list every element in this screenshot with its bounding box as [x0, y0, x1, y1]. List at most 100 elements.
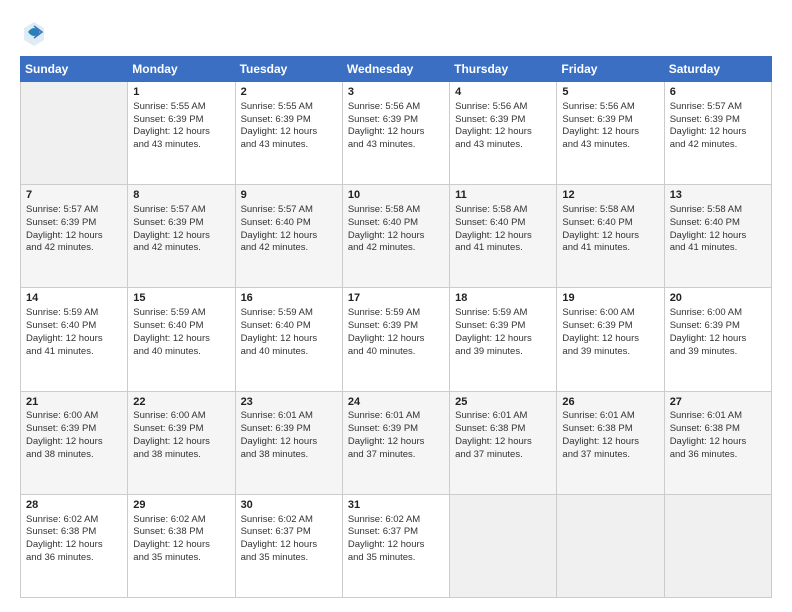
- daylight-text-cont: and 41 minutes.: [455, 242, 523, 253]
- daylight-text-cont: and 35 minutes.: [348, 552, 416, 563]
- sunrise-text: Sunrise: 6:00 AM: [133, 410, 205, 421]
- day-number: 25: [455, 395, 551, 410]
- daylight-text: Daylight: 12 hours: [348, 333, 425, 344]
- calendar-cell: 31Sunrise: 6:02 AMSunset: 6:37 PM Dayligh…: [342, 494, 449, 597]
- sunrise-text: Sunrise: 6:00 AM: [670, 307, 742, 318]
- sunrise-text: Sunrise: 5:57 AM: [133, 204, 205, 215]
- daylight-text-cont: and 35 minutes.: [241, 552, 309, 563]
- daylight-text: Daylight: 12 hours: [348, 126, 425, 137]
- day-number: 14: [26, 291, 122, 306]
- daylight-text-cont: and 39 minutes.: [455, 346, 523, 357]
- daylight-text: Daylight: 12 hours: [455, 230, 532, 241]
- header: [20, 18, 772, 46]
- day-number: 3: [348, 85, 444, 100]
- daylight-text: Daylight: 12 hours: [133, 126, 210, 137]
- day-number: 31: [348, 498, 444, 513]
- sunset-text: Sunset: 6:39 PM: [348, 423, 418, 434]
- sunset-text: Sunset: 6:39 PM: [133, 423, 203, 434]
- weekday-header: Wednesday: [342, 57, 449, 82]
- calendar-row: 28Sunrise: 6:02 AMSunset: 6:38 PMDayligh…: [21, 494, 772, 597]
- daylight-text-cont: and 40 minutes.: [133, 346, 201, 357]
- daylight-text: Daylight: 12 hours: [133, 230, 210, 241]
- daylight-text: Daylight: 12 hours: [455, 436, 532, 447]
- day-number: 24: [348, 395, 444, 410]
- day-number: 11: [455, 188, 551, 203]
- daylight-text-cont: and 39 minutes.: [670, 346, 738, 357]
- sunset-text: Sunset: 6:39 PM: [26, 423, 96, 434]
- daylight-text-cont: and 38 minutes.: [26, 449, 94, 460]
- daylight-text: Daylight: 12 hours: [348, 230, 425, 241]
- daylight-text: Daylight: 12 hours: [670, 126, 747, 137]
- daylight-text: Daylight: 12 hours: [348, 539, 425, 550]
- calendar-cell: 21Sunrise: 6:00 AMSunset: 6:39 PMDayligh…: [21, 391, 128, 494]
- sunrise-text: Sunrise: 5:59 AM: [241, 307, 313, 318]
- daylight-text-cont: and 38 minutes.: [241, 449, 309, 460]
- sunset-text: Sunset: 6:39 PM: [133, 114, 203, 125]
- sunrise-text: Sunrise: 6:02 AM: [348, 514, 420, 525]
- sunset-text: Sunset: 6:40 PM: [348, 217, 418, 228]
- day-number: 4: [455, 85, 551, 100]
- daylight-text-cont: and 40 minutes.: [241, 346, 309, 357]
- day-number: 18: [455, 291, 551, 306]
- daylight-text-cont: and 36 minutes.: [26, 552, 94, 563]
- sunrise-text: Sunrise: 5:57 AM: [26, 204, 98, 215]
- sunrise-text: Sunrise: 6:00 AM: [562, 307, 634, 318]
- sunset-text: Sunset: 6:39 PM: [455, 114, 525, 125]
- sunrise-text: Sunrise: 5:59 AM: [26, 307, 98, 318]
- sunrise-text: Sunrise: 5:58 AM: [562, 204, 634, 215]
- day-number: 27: [670, 395, 766, 410]
- sunset-text: Sunset: 6:40 PM: [26, 320, 96, 331]
- calendar-cell: 1Sunrise: 5:55 AMSunset: 6:39 PMDaylight…: [128, 82, 235, 185]
- daylight-text-cont: and 41 minutes.: [670, 242, 738, 253]
- daylight-text: Daylight: 12 hours: [26, 230, 103, 241]
- sunrise-text: Sunrise: 6:00 AM: [26, 410, 98, 421]
- sunrise-text: Sunrise: 5:56 AM: [562, 101, 634, 112]
- day-number: 5: [562, 85, 658, 100]
- daylight-text: Daylight: 12 hours: [455, 333, 532, 344]
- calendar-table: SundayMondayTuesdayWednesdayThursdayFrid…: [20, 56, 772, 598]
- day-number: 1: [133, 85, 229, 100]
- sunrise-text: Sunrise: 6:01 AM: [348, 410, 420, 421]
- day-number: 13: [670, 188, 766, 203]
- sunrise-text: Sunrise: 6:01 AM: [670, 410, 742, 421]
- sunrise-text: Sunrise: 6:02 AM: [133, 514, 205, 525]
- calendar-cell: 27Sunrise: 6:01 AMSunset: 6:38 PMDayligh…: [664, 391, 771, 494]
- calendar-cell: 19Sunrise: 6:00 AMSunset: 6:39 PMDayligh…: [557, 288, 664, 391]
- day-number: 8: [133, 188, 229, 203]
- calendar-cell: 9Sunrise: 5:57 AMSunset: 6:40 PMDaylight…: [235, 185, 342, 288]
- sunset-text: Sunset: 6:39 PM: [241, 423, 311, 434]
- daylight-text: Daylight: 12 hours: [241, 436, 318, 447]
- weekday-header: Monday: [128, 57, 235, 82]
- sunset-text: Sunset: 6:37 PM: [348, 526, 418, 537]
- daylight-text-cont: and 38 minutes.: [133, 449, 201, 460]
- calendar-cell: 14Sunrise: 5:59 AMSunset: 6:40 PMDayligh…: [21, 288, 128, 391]
- sunset-text: Sunset: 6:39 PM: [241, 114, 311, 125]
- daylight-text-cont: and 42 minutes.: [133, 242, 201, 253]
- sunset-text: Sunset: 6:39 PM: [455, 320, 525, 331]
- daylight-text: Daylight: 12 hours: [26, 436, 103, 447]
- daylight-text-cont: and 42 minutes.: [241, 242, 309, 253]
- daylight-text-cont: and 35 minutes.: [133, 552, 201, 563]
- daylight-text: Daylight: 12 hours: [670, 333, 747, 344]
- daylight-text: Daylight: 12 hours: [562, 333, 639, 344]
- day-number: 26: [562, 395, 658, 410]
- weekday-header: Thursday: [450, 57, 557, 82]
- daylight-text: Daylight: 12 hours: [133, 539, 210, 550]
- calendar-cell: 20Sunrise: 6:00 AMSunset: 6:39 PMDayligh…: [664, 288, 771, 391]
- sunset-text: Sunset: 6:39 PM: [133, 217, 203, 228]
- daylight-text-cont: and 43 minutes.: [241, 139, 309, 150]
- sunset-text: Sunset: 6:40 PM: [562, 217, 632, 228]
- sunset-text: Sunset: 6:39 PM: [348, 320, 418, 331]
- calendar-cell: 15Sunrise: 5:59 AMSunset: 6:40 PMDayligh…: [128, 288, 235, 391]
- calendar-cell: 17Sunrise: 5:59 AMSunset: 6:39 PMDayligh…: [342, 288, 449, 391]
- calendar-cell: 23Sunrise: 6:01 AMSunset: 6:39 PMDayligh…: [235, 391, 342, 494]
- sunrise-text: Sunrise: 6:01 AM: [455, 410, 527, 421]
- calendar-cell: 30Sunrise: 6:02 AMSunset: 6:37 PMDayligh…: [235, 494, 342, 597]
- sunrise-text: Sunrise: 5:59 AM: [455, 307, 527, 318]
- calendar-cell: [664, 494, 771, 597]
- daylight-text-cont: and 42 minutes.: [348, 242, 416, 253]
- day-number: 23: [241, 395, 337, 410]
- weekday-header: Friday: [557, 57, 664, 82]
- sunrise-text: Sunrise: 5:56 AM: [455, 101, 527, 112]
- day-number: 17: [348, 291, 444, 306]
